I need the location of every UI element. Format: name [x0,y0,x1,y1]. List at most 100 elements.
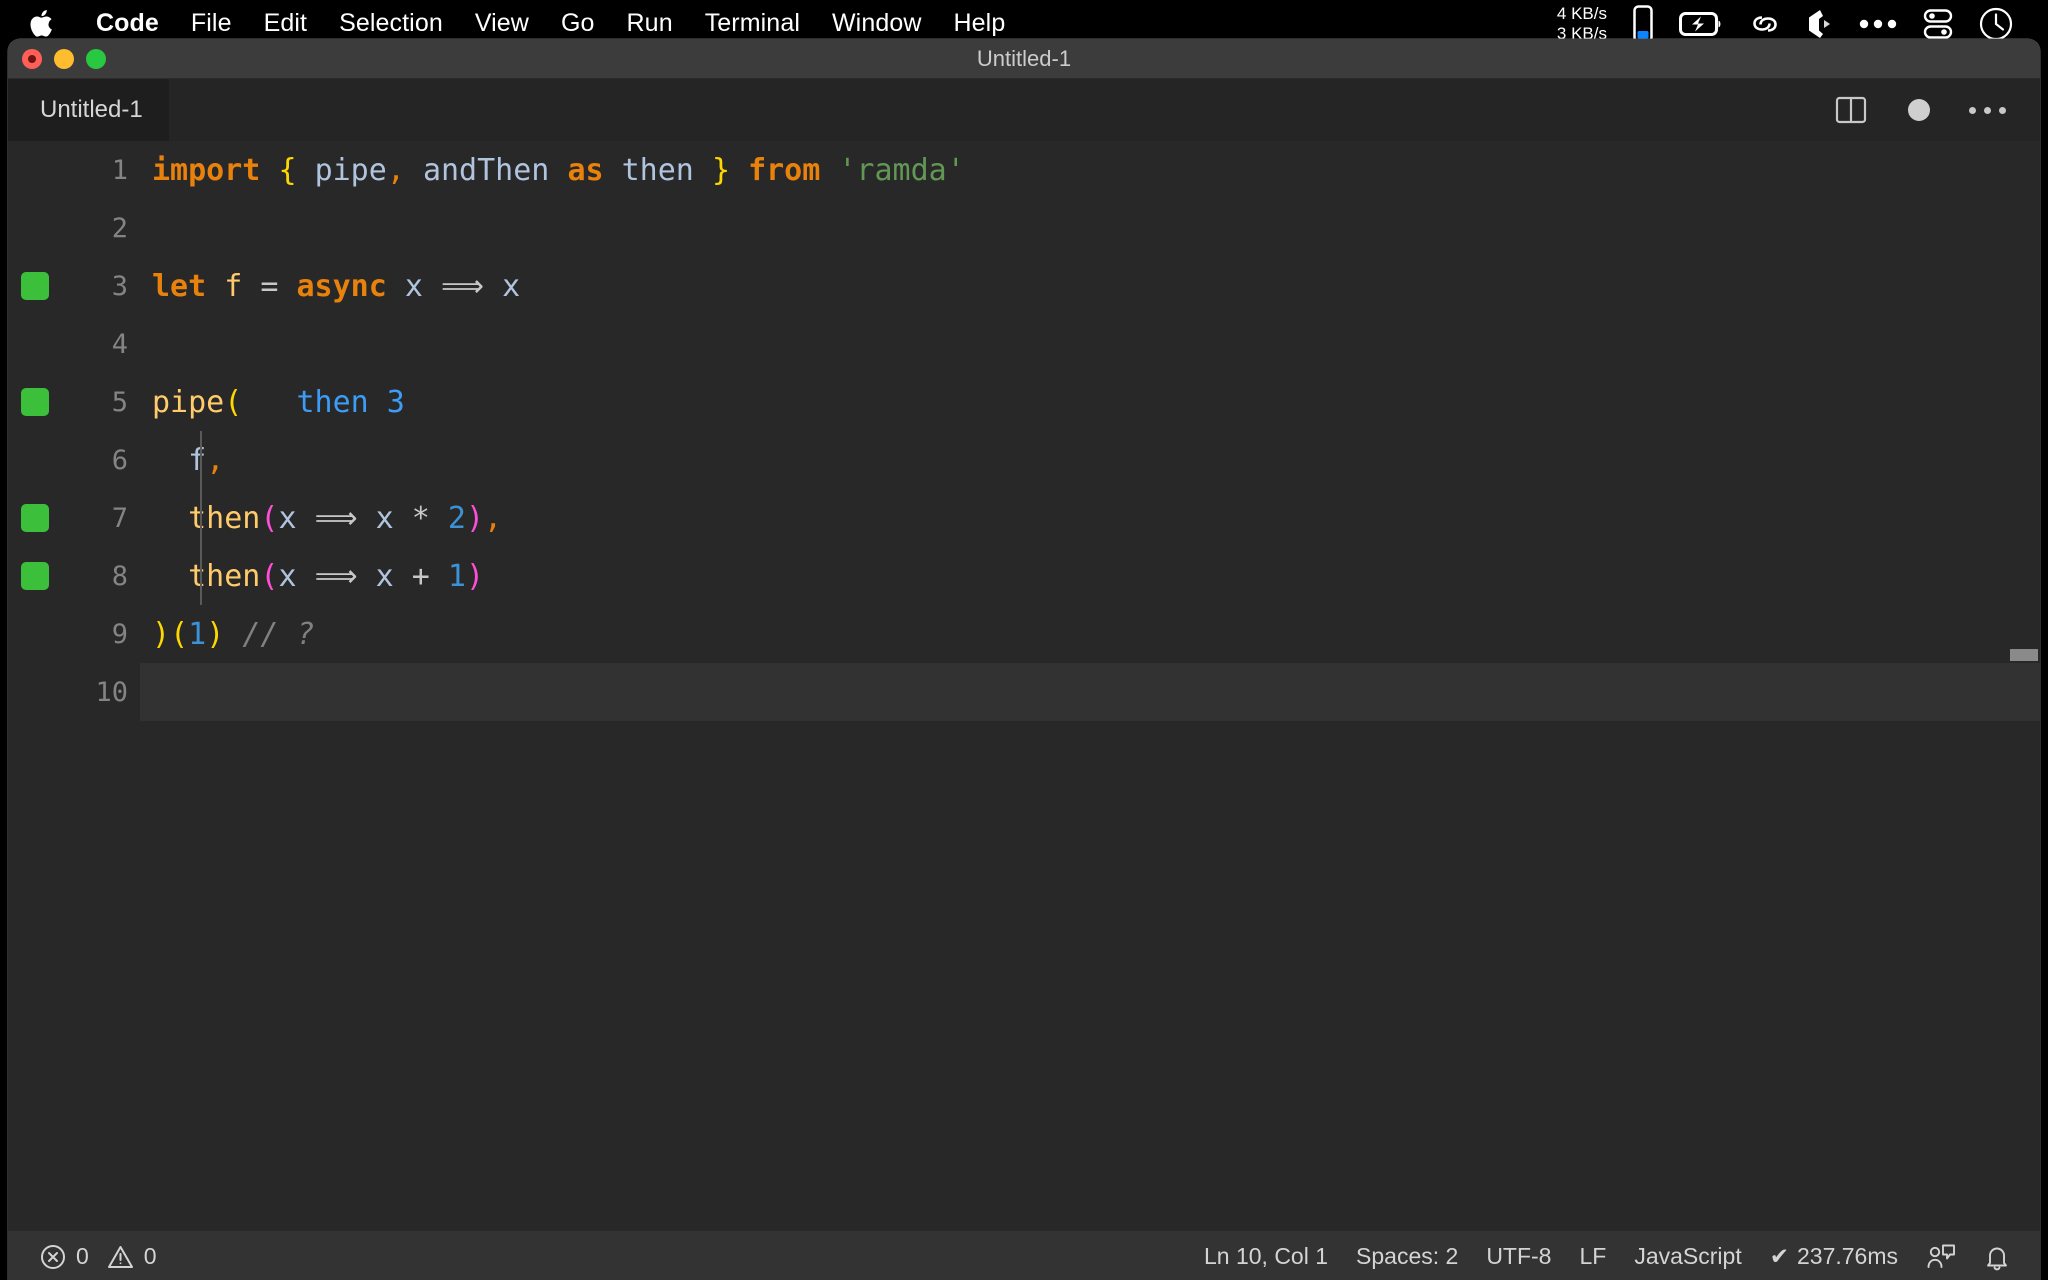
code-token: f [188,442,207,478]
close-button[interactable] [22,48,42,69]
tab-untitled-1[interactable]: Untitled-1 [8,79,169,141]
feedback-icon[interactable] [1912,1243,1970,1271]
code-token: import [152,152,261,188]
code-token: x [375,500,394,536]
code-token: ) [465,558,485,594]
line-number: 10 [95,676,128,708]
encoding-setting[interactable]: UTF-8 [1472,1243,1565,1270]
check-icon: ✔ [1769,1243,1789,1269]
code-line[interactable]: 8 then(x ⟹ x + 1) [8,547,2040,605]
code-line[interactable]: 10 [8,663,2040,721]
menu-item-terminal[interactable]: Terminal [689,7,816,40]
code-token: * [411,500,430,536]
code-token: // ? [242,616,315,652]
status-bar-right: Ln 10, Col 1 Spaces: 2 UTF-8 LF JavaScri… [1190,1243,2040,1271]
code-token: then 3 [296,384,405,420]
line-content: pipe( then 3 [140,373,2040,431]
problems-status[interactable]: 0 0 [26,1243,171,1270]
warning-icon [107,1244,134,1270]
eol-setting[interactable]: LF [1565,1243,1620,1270]
notifications-bell-icon[interactable] [1970,1243,2024,1271]
code-editor[interactable]: 1 import { pipe, andThen as then } from '… [8,141,2040,1230]
menu-item-go[interactable]: Go [545,7,611,40]
menu-item-code[interactable]: Code [80,7,175,40]
menu-item-edit[interactable]: Edit [248,7,323,40]
code-token: ⟹ [314,500,358,536]
line-content [140,199,2040,257]
maximize-button[interactable] [86,48,106,69]
cursor-position[interactable]: Ln 10, Col 1 [1190,1243,1342,1270]
vscode-window: Untitled-1 Untitled-1 1 import { pipe, an… [8,39,2040,1280]
menu-items-group: Code File Edit Selection View Go Run Terminal Wi… [80,7,1021,40]
code-line[interactable]: 2 [8,199,2040,257]
unsaved-dot-icon[interactable] [1902,93,1936,127]
warning-count: 0 [143,1243,157,1269]
gutter-change-marker[interactable] [21,504,49,532]
code-line[interactable]: 5 pipe( then 3 [8,373,2040,431]
traffic-light-controls [8,48,106,69]
menu-item-view[interactable]: View [459,7,545,40]
gutter-change-marker[interactable] [21,272,49,300]
line-content: )(1) // ? [140,605,2040,663]
code-line[interactable]: 1 import { pipe, andThen as then } from '… [8,141,2040,199]
gutter-change-marker[interactable] [21,388,49,416]
line-number: 4 [111,328,128,360]
code-token: x [502,268,521,304]
status-bar-left: 0 0 [8,1243,171,1270]
run-time-status[interactable]: ✔ 237.76ms [1756,1243,1912,1270]
code-token: , [386,152,405,188]
menu-item-run[interactable]: Run [611,7,689,40]
code-line[interactable]: 3 let f = async x ⟹ x [8,257,2040,315]
more-actions-icon[interactable] [1968,93,2006,127]
code-token: ⟹ [314,558,358,594]
split-editor-icon[interactable] [1834,93,1868,127]
editor-scrollbar[interactable] [2010,649,2038,661]
error-icon [40,1244,66,1270]
code-token: pipe [152,384,225,420]
code-token: as [567,152,604,188]
menu-item-window[interactable]: Window [816,7,938,40]
code-token: + [411,558,430,594]
editor-actions-group [1834,93,2040,127]
menu-item-selection[interactable]: Selection [323,7,459,40]
line-content: f, [140,431,2040,489]
code-token: x [278,558,297,594]
network-upload-speed: 4 KB/s [1556,3,1607,23]
gutter-change-marker[interactable] [21,562,49,590]
code-token: then [188,500,261,536]
code-line[interactable]: 9 )(1) // ? [8,605,2040,663]
code-token: ( [260,500,279,536]
line-number: 9 [111,618,128,650]
code-token: ) [465,500,485,536]
code-token: 2 [447,500,466,536]
line-content: import { pipe, andThen as then } from 'r… [140,141,2040,199]
apple-logo-icon[interactable] [28,9,54,39]
minimize-button[interactable] [54,48,74,69]
code-token: x [278,500,297,536]
code-token: 1 [188,616,207,652]
menu-item-help[interactable]: Help [938,7,1022,40]
language-mode[interactable]: JavaScript [1620,1243,1755,1270]
indentation-setting[interactable]: Spaces: 2 [1342,1243,1472,1270]
menu-item-file[interactable]: File [175,7,248,40]
error-count: 0 [76,1243,89,1269]
indent-guide [200,547,202,605]
code-line[interactable]: 7 then(x ⟹ x * 2), [8,489,2040,547]
code-token: { [278,152,297,188]
run-time-value: 237.76ms [1796,1243,1898,1269]
code-token: andThen [422,152,550,188]
code-line[interactable]: 4 [8,315,2040,373]
code-line[interactable]: 6 f, [8,431,2040,489]
